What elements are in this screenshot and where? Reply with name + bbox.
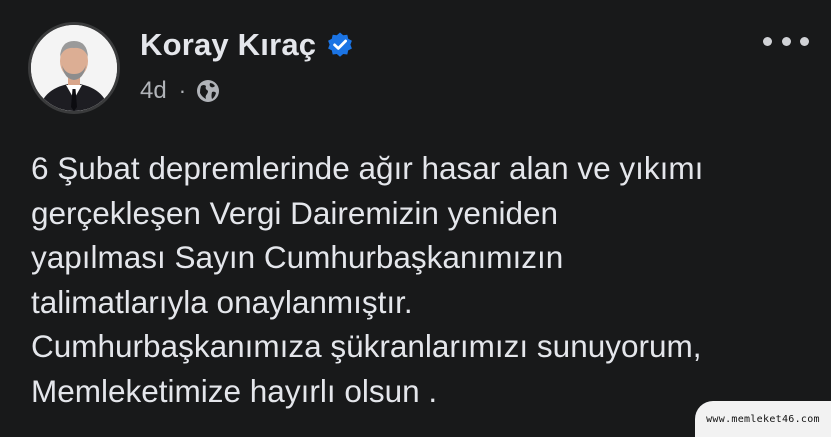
globe-icon[interactable] xyxy=(196,79,220,103)
verified-badge-icon xyxy=(326,31,354,59)
post-text-line: talimatlarıyla onaylanmıştır. xyxy=(31,283,413,320)
post-text-line: yapılması Sayın Cumhurbaşkanımızın xyxy=(31,239,564,275)
more-options-button[interactable] xyxy=(763,28,809,54)
post-text-line: gerçekleşen Vergi Dairemizin yeniden xyxy=(31,194,559,231)
more-dot xyxy=(763,36,772,46)
more-dot xyxy=(781,36,791,46)
post-text-line: Cumhurbaşkanımıza şükranlarımızı sunuyor… xyxy=(31,328,702,364)
author-row: Koray Kıraç xyxy=(140,26,354,64)
profile-photo xyxy=(31,25,117,111)
facebook-post: Koray Kıraç 4d · 6 Şubat depremlerinde a… xyxy=(0,0,831,437)
author-name[interactable]: Koray Kıraç xyxy=(140,27,316,63)
post-text: 6 Şubat depremlerinde ağır hasar alan ve… xyxy=(31,146,821,413)
avatar[interactable] xyxy=(28,22,120,114)
post-text-line: 6 Şubat depremlerinde ağır hasar alan ve… xyxy=(31,150,704,186)
post-meta: 4d · xyxy=(140,76,220,106)
post-timestamp[interactable]: 4d xyxy=(140,77,167,105)
watermark: www.memleket46.com xyxy=(695,401,831,437)
more-dot xyxy=(800,36,809,46)
meta-separator: · xyxy=(178,78,187,103)
